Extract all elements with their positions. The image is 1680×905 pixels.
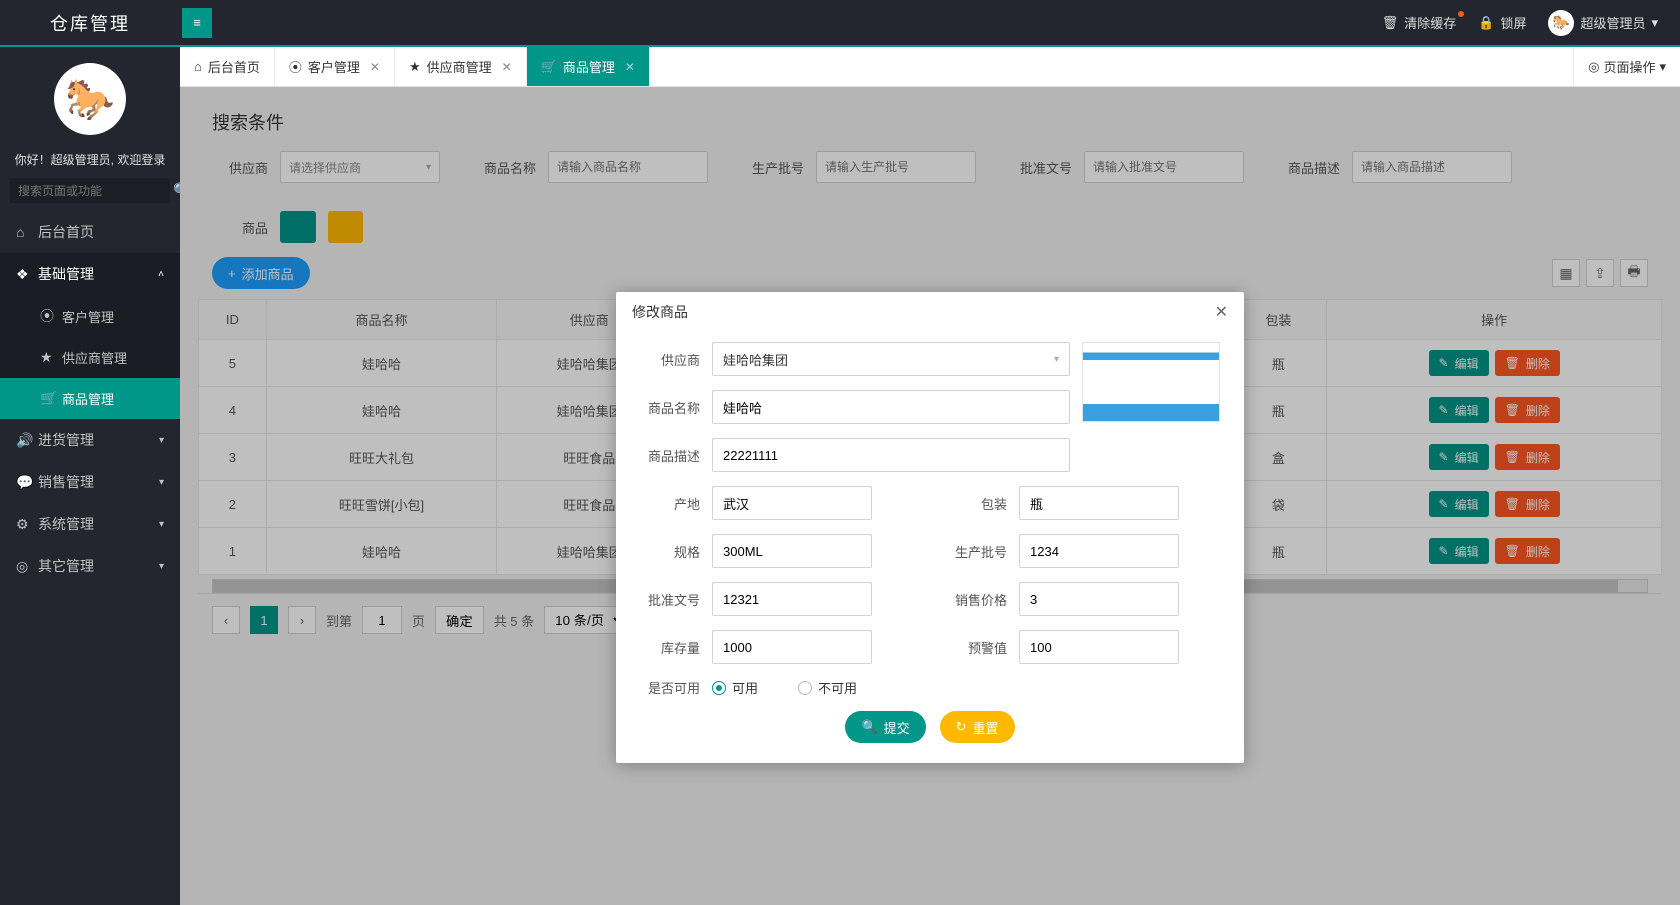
chevron-down-icon: ▾ xyxy=(159,477,164,488)
greeting-text: 你好！超级管理员, 欢迎登录 xyxy=(0,143,180,178)
reset-button[interactable]: ↻重置 xyxy=(940,711,1015,743)
lock-label: 锁屏 xyxy=(1500,13,1526,32)
menu-supplier[interactable]: ★供应商管理 xyxy=(0,337,180,378)
target-icon: ◎ xyxy=(1588,59,1599,75)
target-icon: ◎ xyxy=(16,558,38,575)
modal-pack-label: 包装 xyxy=(947,494,1007,513)
menu-customer[interactable]: ⦿客户管理 xyxy=(0,295,180,337)
modal-batch-label: 生产批号 xyxy=(947,542,1007,561)
radio-dot-icon xyxy=(798,681,812,695)
submit-button[interactable]: 🔍提交 xyxy=(845,711,925,743)
modal-desc-input[interactable] xyxy=(712,438,1070,472)
tabs-bar: ⌂后台首页 ⦿客户管理✕ ★供应商管理✕ 🛒商品管理✕ ◎页面操作▾ xyxy=(180,47,1680,87)
topbar: 仓库管理 ≡ 🗑 清除缓存 🔒 锁屏 🐎 超级管理员 ▾ xyxy=(0,0,1680,45)
modal-supplier-select[interactable]: 娃哈哈集团▾ xyxy=(712,342,1070,376)
chevron-down-icon: ▾ xyxy=(159,519,164,530)
menu-home[interactable]: ⌂后台首页 xyxy=(0,211,180,253)
modal-desc-label: 商品描述 xyxy=(640,446,700,465)
modal-name-input[interactable] xyxy=(712,390,1070,424)
sidebar-search[interactable]: 🔍 xyxy=(10,178,170,203)
chat-icon: 💬 xyxy=(16,474,38,491)
sidebar-toggle-button[interactable]: ≡ xyxy=(182,8,212,38)
trash-icon: 🗑 xyxy=(1382,15,1399,31)
main-area: ⌂后台首页 ⦿客户管理✕ ★供应商管理✕ 🛒商品管理✕ ◎页面操作▾ 搜索条件 … xyxy=(180,47,1680,905)
search-icon: 🔍 xyxy=(861,719,877,735)
tab-supplier[interactable]: ★供应商管理✕ xyxy=(395,47,527,86)
menu-sales[interactable]: 💬销售管理▾ xyxy=(0,461,180,503)
sound-icon: 🔊 xyxy=(16,432,38,449)
tab-home[interactable]: ⌂后台首页 xyxy=(180,47,275,86)
modal-approval-label: 批准文号 xyxy=(640,590,700,609)
clear-cache-button[interactable]: 🗑 清除缓存 xyxy=(1382,13,1457,32)
radio-available-yes[interactable]: 可用 xyxy=(712,678,758,697)
chevron-down-icon: ▾ xyxy=(159,561,164,572)
product-image-thumbnail[interactable] xyxy=(1082,342,1220,422)
modal-title: 修改商品 xyxy=(632,302,688,322)
modal-supplier-label: 供应商 xyxy=(640,350,700,369)
lock-screen-button[interactable]: 🔒 锁屏 xyxy=(1478,13,1526,32)
radio-dot-icon xyxy=(712,681,726,695)
modal-price-label: 销售价格 xyxy=(947,590,1007,609)
sidebar: 🐎 你好！超级管理员, 欢迎登录 🔍 ⌂后台首页 ❖基础管理˄ ⦿客户管理 ★供… xyxy=(0,47,180,905)
star-icon: ★ xyxy=(40,349,62,366)
brand-title: 仓库管理 xyxy=(0,10,180,36)
chevron-down-icon: ▾ xyxy=(1651,15,1658,31)
gear-icon: ⚙ xyxy=(16,516,38,533)
modal-spec-input[interactable] xyxy=(712,534,872,568)
cart-icon: 🛒 xyxy=(541,59,557,75)
menu-other[interactable]: ◎其它管理▾ xyxy=(0,545,180,587)
close-icon[interactable]: ✕ xyxy=(1215,302,1228,322)
menu-system[interactable]: ⚙系统管理▾ xyxy=(0,503,180,545)
cart-icon: 🛒 xyxy=(40,390,62,407)
menu-basic[interactable]: ❖基础管理˄ xyxy=(0,253,180,295)
user-menu[interactable]: 🐎 超级管理员 ▾ xyxy=(1548,10,1658,36)
refresh-icon: ↻ xyxy=(956,719,967,735)
modal-origin-input[interactable] xyxy=(712,486,872,520)
caret-icon: ▾ xyxy=(1054,354,1059,365)
modal-spec-label: 规格 xyxy=(640,542,700,561)
close-icon[interactable]: ✕ xyxy=(502,60,512,74)
close-icon[interactable]: ✕ xyxy=(625,60,635,74)
avatar-large-icon: 🐎 xyxy=(54,63,126,135)
modal-stock-input[interactable] xyxy=(712,630,872,664)
pause-icon: ⦿ xyxy=(40,306,62,326)
clear-cache-label: 清除缓存 xyxy=(1404,13,1456,32)
chevron-down-icon: ▾ xyxy=(159,435,164,446)
star-icon: ★ xyxy=(409,59,421,75)
menu-inbound[interactable]: 🔊进货管理▾ xyxy=(0,419,180,461)
lock-icon: 🔒 xyxy=(1478,15,1494,31)
circle-icon: ⦿ xyxy=(289,57,302,76)
page-actions-button[interactable]: ◎页面操作▾ xyxy=(1573,47,1680,86)
modal-stock-label: 库存量 xyxy=(640,638,700,657)
modal-price-input[interactable] xyxy=(1019,582,1179,616)
modal-batch-input[interactable] xyxy=(1019,534,1179,568)
home-icon: ⌂ xyxy=(16,224,38,240)
sidebar-search-input[interactable] xyxy=(18,184,173,198)
home-icon: ⌂ xyxy=(194,59,202,74)
modal-available-label: 是否可用 xyxy=(640,678,700,697)
modal-approval-input[interactable] xyxy=(712,582,872,616)
close-icon[interactable]: ✕ xyxy=(370,60,380,74)
user-name: 超级管理员 xyxy=(1580,13,1645,32)
chevron-up-icon: ˄ xyxy=(158,269,164,280)
modal-origin-label: 产地 xyxy=(640,494,700,513)
avatar-icon: 🐎 xyxy=(1548,10,1574,36)
cube-icon: ❖ xyxy=(16,266,38,283)
modal-warn-label: 预警值 xyxy=(947,638,1007,657)
modal-name-label: 商品名称 xyxy=(640,398,700,417)
modal-warn-input[interactable] xyxy=(1019,630,1179,664)
menu-product[interactable]: 🛒商品管理 xyxy=(0,378,180,419)
sidebar-avatar: 🐎 xyxy=(0,47,180,143)
tab-customer[interactable]: ⦿客户管理✕ xyxy=(275,47,395,86)
radio-available-no[interactable]: 不可用 xyxy=(798,678,857,697)
menu-icon: ≡ xyxy=(193,15,201,30)
modal-pack-input[interactable] xyxy=(1019,486,1179,520)
edit-product-modal: 修改商品 ✕ 供应商娃哈哈集团▾ 商品名称 商品描述 产地 包装 规格 生产批号 xyxy=(616,292,1244,763)
chevron-down-icon: ▾ xyxy=(1659,59,1666,75)
notification-dot xyxy=(1458,11,1464,17)
tab-product[interactable]: 🛒商品管理✕ xyxy=(527,47,650,86)
